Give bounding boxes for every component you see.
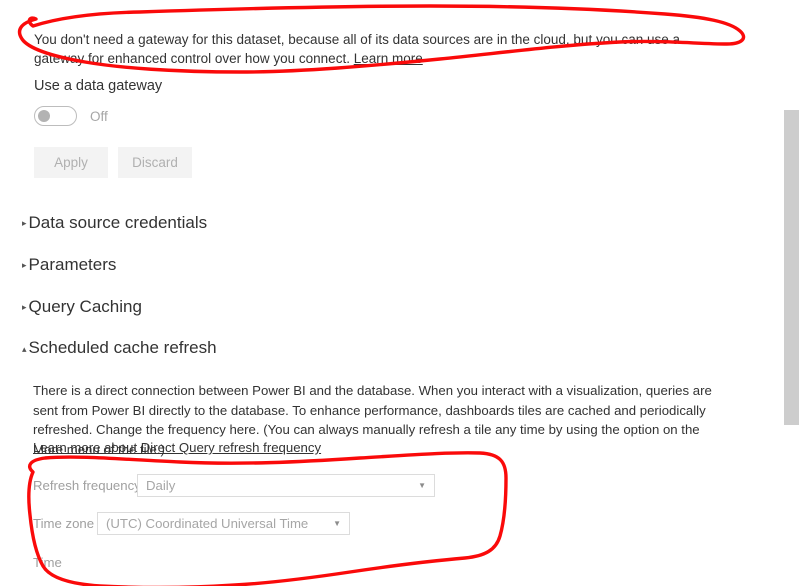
refresh-frequency-label: Refresh frequency — [33, 478, 141, 493]
section-header-scheduled-cache-refresh[interactable]: ▴ Scheduled cache refresh — [22, 338, 217, 358]
section-header-parameters[interactable]: ▸ Parameters — [22, 255, 116, 275]
use-data-gateway-toggle-row: Off — [34, 105, 108, 127]
section-label: Parameters — [28, 255, 117, 274]
chevron-up-icon: ▴ — [22, 343, 27, 354]
chevron-right-icon: ▸ — [22, 217, 27, 228]
vertical-scrollbar-track[interactable] — [784, 0, 799, 586]
direct-query-refresh-frequency-link[interactable]: Learn more about Direct Query refresh fr… — [33, 440, 321, 455]
section-label: Scheduled cache refresh — [28, 338, 217, 357]
learn-more-link[interactable]: Learn more — [354, 51, 423, 66]
toggle-state-label: Off — [90, 108, 108, 124]
time-zone-label: Time zone — [33, 516, 95, 531]
refresh-frequency-value: Daily — [146, 478, 176, 493]
refresh-frequency-row: Refresh frequency Daily ▼ — [33, 474, 435, 497]
apply-button[interactable]: Apply — [34, 147, 108, 178]
time-label: Time — [33, 555, 62, 570]
section-header-data-source-credentials[interactable]: ▸ Data source credentials — [22, 213, 207, 233]
time-zone-row: Time zone (UTC) Coordinated Universal Ti… — [33, 512, 350, 535]
discard-button[interactable]: Discard — [118, 147, 192, 178]
gateway-action-buttons: Apply Discard — [34, 147, 192, 178]
refresh-frequency-select[interactable]: Daily ▼ — [137, 474, 435, 497]
vertical-scrollbar-thumb[interactable] — [784, 110, 799, 425]
time-row: Time — [33, 555, 68, 570]
dataset-settings-page: You don't need a gateway for this datase… — [0, 0, 799, 586]
section-label: Query Caching — [28, 297, 142, 316]
gateway-notice: You don't need a gateway for this datase… — [34, 30, 734, 68]
use-data-gateway-label: Use a data gateway — [34, 78, 163, 94]
chevron-right-icon: ▸ — [22, 259, 27, 270]
time-zone-value: (UTC) Coordinated Universal Time — [106, 516, 309, 531]
use-data-gateway-toggle[interactable] — [34, 106, 77, 126]
toggle-knob — [38, 110, 50, 122]
time-zone-select[interactable]: (UTC) Coordinated Universal Time ▼ — [97, 512, 350, 535]
chevron-right-icon: ▸ — [22, 301, 27, 312]
section-label: Data source credentials — [28, 213, 208, 232]
section-header-query-caching[interactable]: ▸ Query Caching — [22, 297, 142, 317]
chevron-down-icon: ▼ — [333, 518, 341, 528]
chevron-down-icon: ▼ — [418, 480, 426, 490]
